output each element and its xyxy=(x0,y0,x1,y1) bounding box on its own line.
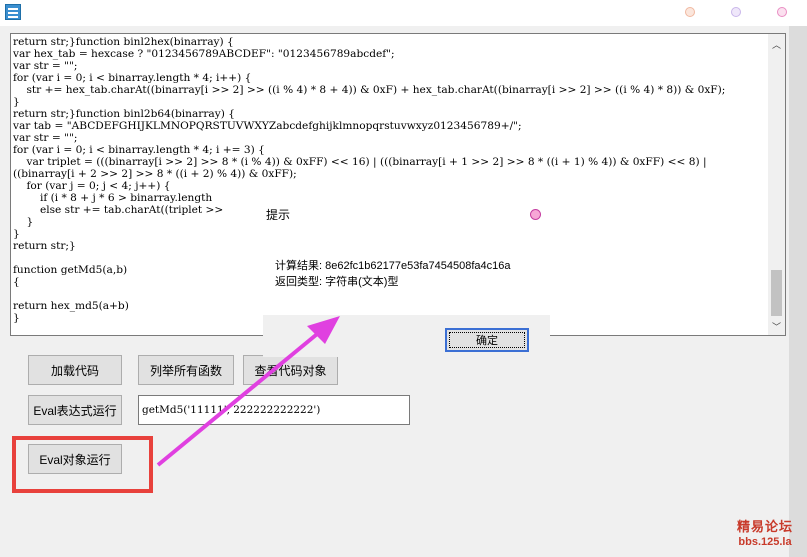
code-line[interactable]: return str;}function binl2hex(binarray) … xyxy=(13,36,765,48)
message-dialog: 提示 计算结果: 8e62fc1b62177e53fa7454508fa4c16… xyxy=(263,200,550,357)
code-line[interactable]: return str;}function binl2b64(binarray) … xyxy=(13,108,765,120)
scroll-up-icon[interactable]: ︿ xyxy=(768,36,785,52)
scroll-down-icon[interactable]: ﹀ xyxy=(768,318,785,334)
code-line[interactable]: for (var i = 0; i < binarray.length * 4;… xyxy=(13,72,765,84)
forum-watermark: 精易论坛 bbs.125.la xyxy=(737,516,793,548)
vertical-scrollbar[interactable]: ︿ ﹀ xyxy=(768,34,785,335)
expression-input[interactable]: getMd5('11111', 222222222222') xyxy=(138,395,410,425)
dialog-type-text: 返回类型: 字符串(文本)型 xyxy=(275,276,399,288)
code-line[interactable]: var str = ""; xyxy=(13,132,765,144)
pink-cursor-dot-icon xyxy=(530,209,541,220)
load-code-button[interactable]: 加载代码 xyxy=(28,355,122,385)
scroll-thumb[interactable] xyxy=(771,270,782,316)
ok-button[interactable]: 确定 xyxy=(445,328,529,352)
app-window-icon xyxy=(5,4,21,20)
background-strip xyxy=(789,26,807,557)
list-functions-button[interactable]: 列举所有函数 xyxy=(138,355,234,385)
maximize-dot-icon[interactable] xyxy=(731,7,741,17)
code-line[interactable]: var tab = "ABCDEFGHIJKLMNOPQRSTUVWXYZabc… xyxy=(13,120,765,132)
code-line[interactable]: } xyxy=(13,96,765,108)
close-dot-icon[interactable] xyxy=(777,7,787,17)
code-line[interactable]: var triplet = (((binarray[i >> 2] >> 8 *… xyxy=(13,156,765,180)
minimize-dot-icon[interactable] xyxy=(685,7,695,17)
highlight-box xyxy=(12,436,153,493)
code-line[interactable]: var hex_tab = hexcase ? "0123456789ABCDE… xyxy=(13,48,765,60)
watermark-url: bbs.125.la xyxy=(738,536,792,548)
watermark-title: 精易论坛 xyxy=(736,519,793,534)
query-object-button[interactable]: 查看代码对象 xyxy=(243,355,338,385)
dialog-title: 提示 xyxy=(266,206,291,223)
code-line[interactable]: for (var i = 0; i < binarray.length * 4;… xyxy=(13,144,765,156)
code-line[interactable]: str += hex_tab.charAt((binarray[i >> 2] … xyxy=(13,84,765,96)
title-bar xyxy=(0,0,807,26)
code-line[interactable]: var str = ""; xyxy=(13,60,765,72)
dialog-result-text: 计算结果: 8e62fc1b62177e53fa7454508fa4c16a xyxy=(275,260,511,272)
ok-button-label: 确定 xyxy=(476,335,498,347)
code-line[interactable]: for (var j = 0; j < 4; j++) { xyxy=(13,180,765,192)
eval-expression-button[interactable]: Eval表达式运行 xyxy=(28,395,122,425)
